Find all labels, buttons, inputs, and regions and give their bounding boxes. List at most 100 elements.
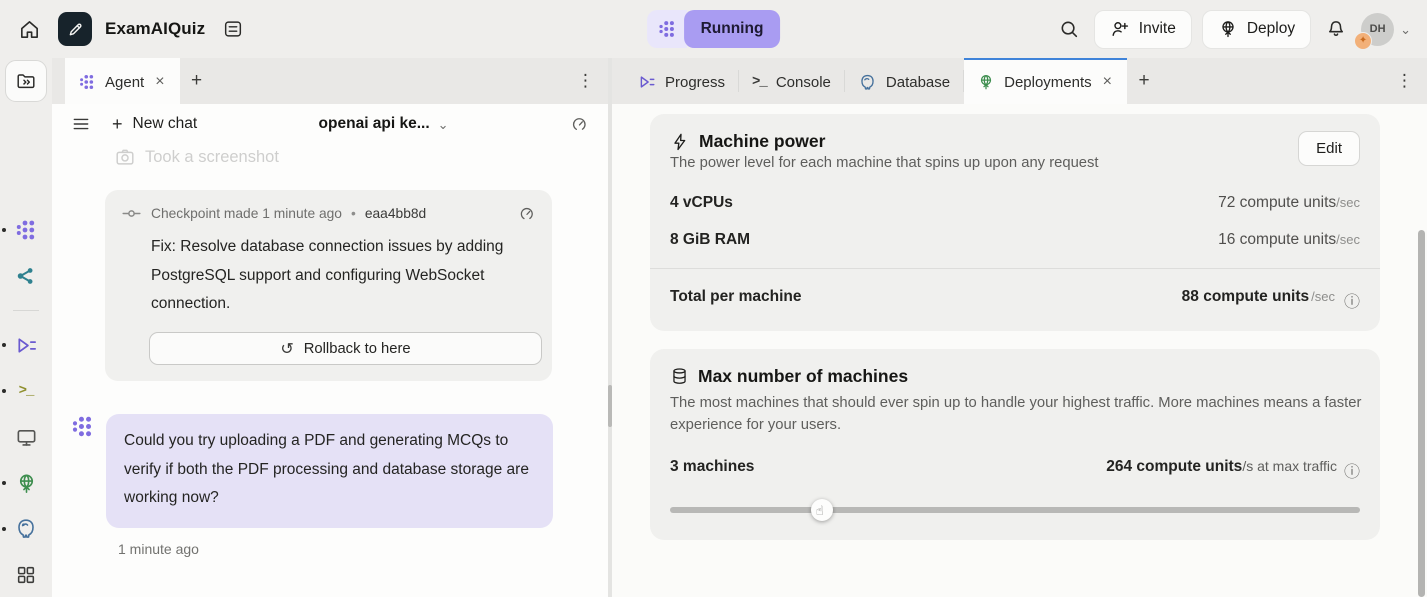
tab-options-kebab-icon[interactable]: ⋮ [563, 58, 608, 104]
spec-value: 16 compute units/sec [1218, 231, 1360, 249]
status-badge-label: Running [684, 10, 781, 48]
max-machines-header: Max number of machines [670, 366, 1360, 387]
agent-icon [647, 10, 687, 48]
usage-gauge-icon [570, 115, 589, 134]
slider-track[interactable] [670, 507, 1360, 513]
deployments-content: Machine power Edit The power level for e… [612, 104, 1427, 597]
tab-label: Deployments [1004, 74, 1092, 91]
status-badge[interactable]: Running [647, 10, 781, 48]
rollback-button[interactable]: ↺ Rollback to here [149, 332, 542, 365]
total-unit: /sec [1311, 289, 1335, 304]
search-button[interactable] [1054, 14, 1084, 44]
hand-cursor-icon: ☝ [816, 503, 824, 519]
info-icon[interactable]: ⓘ [1344, 288, 1360, 312]
invite-person-icon [1110, 19, 1130, 39]
tab-label: Agent [105, 74, 144, 91]
checkpoint-message: Fix: Resolve database connection issues … [151, 233, 523, 319]
progress-icon [15, 334, 38, 357]
rate-unit: /s at max traffic [1242, 458, 1337, 474]
app-title: ExamAIQuiz [105, 19, 205, 39]
avatar-initials: DH [1370, 23, 1386, 35]
chat-area: + New chat openai api ke... ⌄ Took a scr… [52, 104, 608, 597]
rail-item-agent[interactable] [14, 218, 38, 242]
close-icon[interactable]: × [1101, 73, 1114, 91]
machines-row: 3 machines 264 compute units /s at max t… [670, 458, 1360, 482]
home-button[interactable] [14, 14, 45, 45]
total-row: Total per machine 88 compute units /sec … [670, 269, 1360, 312]
usage-gauge-button[interactable] [570, 115, 589, 134]
rollback-button-label: Rollback to here [304, 341, 411, 357]
chevron-down-icon: ⌄ [1400, 23, 1411, 36]
notifications-button[interactable] [1321, 14, 1351, 44]
database-postgres-icon [858, 73, 877, 92]
checkpoint-card: Checkpoint made 1 minute ago • eaa4bb8d … [105, 190, 552, 381]
spec-value-text: 72 compute units [1218, 194, 1336, 211]
account-menu[interactable]: DH ✦ ⌄ [1361, 13, 1413, 46]
spec-row-ram: 8 GiB RAM 16 compute units/sec [670, 231, 1360, 249]
rail-item-assistant[interactable] [14, 264, 38, 288]
invite-button[interactable]: Invite [1094, 10, 1192, 49]
workspace-panel: Progress >_ Console Database Deployments [612, 58, 1427, 597]
active-dot [2, 481, 6, 485]
chat-history-button[interactable] [71, 114, 91, 134]
deploy-globe-icon [1218, 19, 1238, 39]
separator-dot: • [351, 206, 356, 221]
active-dot [2, 527, 6, 531]
rail-item-console[interactable]: >_ [14, 379, 38, 403]
rail-item-deployments[interactable] [14, 471, 38, 495]
info-icon[interactable]: ⓘ [1344, 458, 1360, 482]
workspace-layout-button[interactable] [218, 14, 248, 44]
tab-console[interactable]: >_ Console [739, 58, 844, 104]
topbar-left-group: ExamAIQuiz [14, 12, 248, 46]
active-dot [2, 343, 6, 347]
search-icon [1058, 18, 1080, 40]
tab-label: Progress [665, 74, 725, 91]
tab-options-kebab-icon[interactable]: ⋮ [1382, 58, 1427, 104]
rail-item-database[interactable] [14, 517, 38, 541]
usage-gauge-icon [518, 205, 536, 223]
tab-agent[interactable]: Agent × [65, 58, 180, 104]
tab-label: Console [776, 74, 831, 91]
chat-selector[interactable]: openai api ke... ⌄ [197, 115, 570, 133]
main-area: >_ [0, 58, 1427, 597]
slider-handle[interactable]: ☝ [811, 499, 833, 521]
edit-button[interactable]: Edit [1298, 131, 1360, 166]
new-chat-label: New chat [133, 115, 198, 133]
right-panel-scrollbar[interactable] [1418, 230, 1425, 597]
close-icon[interactable]: × [153, 73, 166, 91]
rail-item-webview[interactable] [14, 425, 38, 449]
max-machines-slider[interactable]: ☝ [670, 499, 1360, 521]
bell-icon [1325, 18, 1347, 40]
new-tab-button[interactable]: + [180, 58, 214, 104]
rail-item-progress[interactable] [14, 333, 38, 357]
spec-rows: 4 vCPUs 72 compute units/sec 8 GiB RAM 1… [670, 194, 1360, 249]
spark-icon: ✦ [1359, 35, 1367, 46]
pencil-icon [66, 20, 85, 39]
spec-label: 4 vCPUs [670, 194, 733, 212]
list-icon [71, 114, 91, 134]
checkpoint-hash: eaa4bb8d [365, 206, 426, 221]
database-cylinder-icon [670, 367, 689, 386]
agent-icon [70, 414, 95, 439]
workspace-layout-icon [222, 18, 244, 40]
deploy-button[interactable]: Deploy [1202, 10, 1311, 49]
console-icon: >_ [19, 383, 34, 399]
tab-deployments[interactable]: Deployments × [964, 58, 1127, 104]
rate-wrap: 264 compute units /s at max traffic ⓘ [1106, 458, 1360, 482]
progress-icon [638, 73, 656, 91]
file-tree-toggle-button[interactable] [5, 60, 47, 102]
rail-item-all-tools[interactable] [14, 563, 38, 587]
new-tab-button[interactable]: + [1127, 58, 1161, 104]
total-value-wrap: 88 compute units /sec ⓘ [1182, 288, 1360, 312]
spec-row-cpu: 4 vCPUs 72 compute units/sec [670, 194, 1360, 212]
spec-value-text: 16 compute units [1218, 231, 1336, 248]
database-postgres-icon [14, 517, 38, 541]
rail-icon-list: >_ [13, 218, 39, 587]
tab-progress[interactable]: Progress [625, 58, 738, 104]
chat-message-row: Could you try uploading a PDF and genera… [70, 414, 608, 528]
new-chat-button[interactable]: + New chat [112, 114, 197, 135]
tab-database[interactable]: Database [845, 58, 963, 104]
invite-button-label: Invite [1139, 20, 1176, 38]
usage-gauge-button[interactable] [518, 205, 536, 223]
active-dot [2, 228, 6, 232]
